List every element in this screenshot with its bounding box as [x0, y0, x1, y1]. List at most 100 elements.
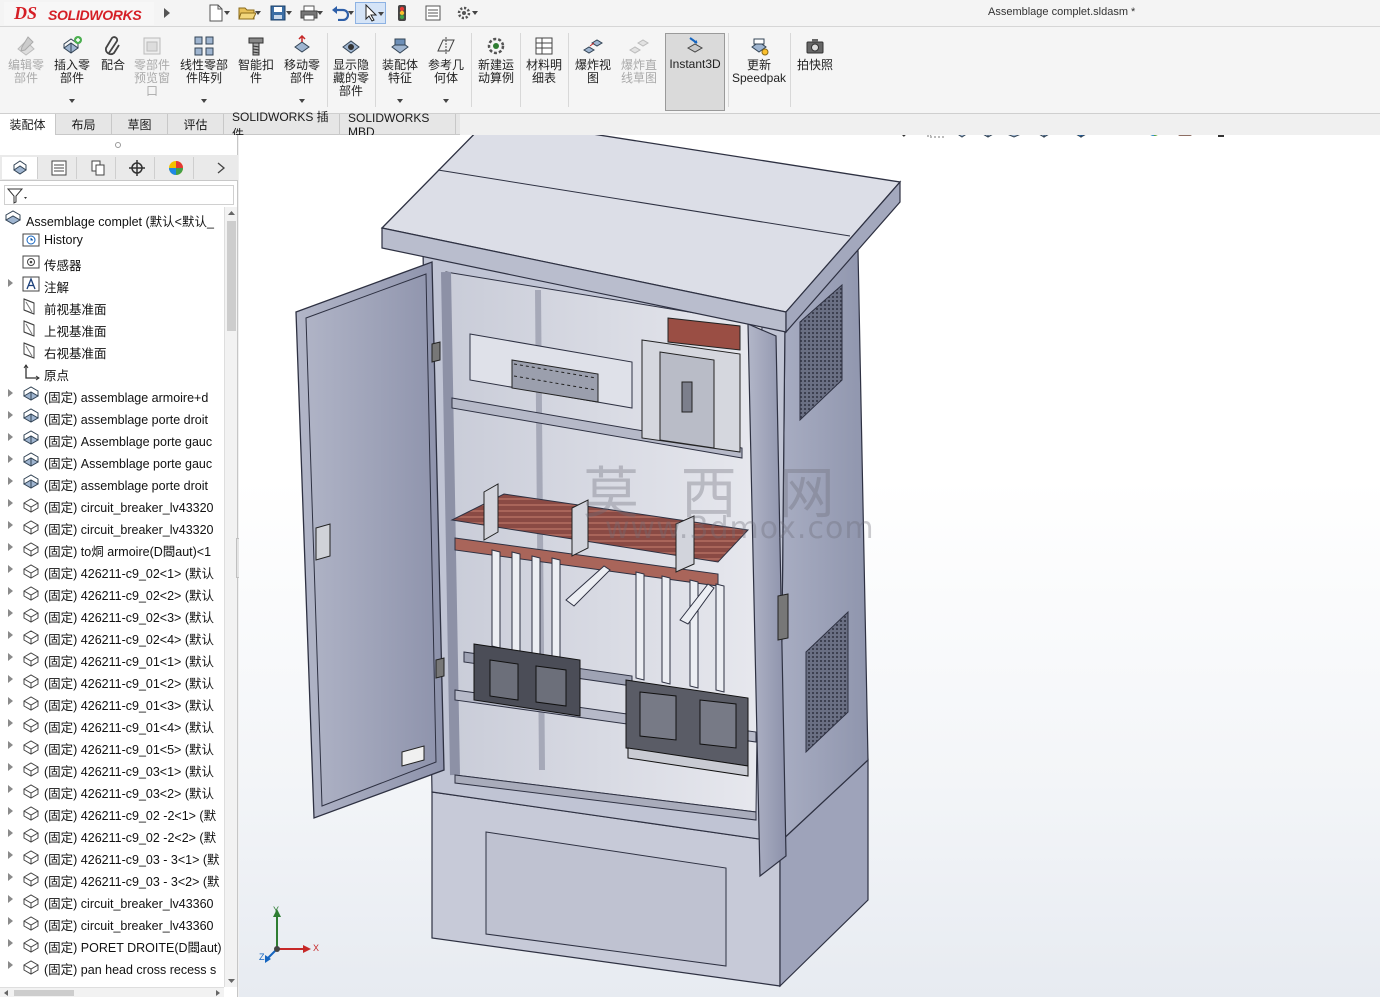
expand-arrow-icon[interactable]	[8, 279, 13, 287]
new-motion-study-button[interactable]: 新建运 动算例	[474, 35, 518, 109]
undo-button[interactable]	[324, 2, 355, 24]
dropdown-arrow-icon[interactable]	[69, 99, 75, 103]
expand-arrow-icon[interactable]	[8, 499, 13, 507]
tree-item[interactable]: 传感器	[0, 251, 224, 273]
tree-item[interactable]: (固定) 426211-c9_02<4> (默认	[0, 625, 224, 647]
assembly-features-button[interactable]: 装配体 特征	[378, 35, 422, 109]
tree-item[interactable]: (固定) 426211-c9_02<3> (默认	[0, 603, 224, 625]
instant3d-button[interactable]: Instant3D	[665, 33, 725, 111]
tree-item[interactable]: (固定) 426211-c9_01<2> (默认	[0, 669, 224, 691]
dropdown-arrow-icon[interactable]	[443, 99, 449, 103]
tree-item[interactable]: 前视基准面	[0, 295, 224, 317]
tab-propertymanager[interactable]	[41, 157, 77, 179]
smart-fasteners-button[interactable]: 智能扣 件	[236, 35, 276, 109]
tab-display-manager[interactable]	[158, 157, 194, 179]
solidworks-logo[interactable]: DS SOLIDWORKS	[4, 2, 154, 25]
dropdown-arrow-icon[interactable]	[397, 99, 403, 103]
expand-arrow-icon[interactable]	[8, 389, 13, 397]
tab-solidworks-mbd[interactable]: SOLIDWORKS MBD	[340, 111, 456, 139]
menu-expand-arrow-icon[interactable]	[160, 4, 174, 22]
tree-item[interactable]: (固定) assemblage porte droit	[0, 471, 224, 493]
tree-filter[interactable]	[4, 185, 234, 205]
edit-component-button[interactable]: 编辑零 部件	[4, 35, 48, 109]
show-hidden-components-button[interactable]: 显示隐 藏的零 部件	[330, 35, 372, 109]
tree-item[interactable]: (固定) assemblage armoire+d	[0, 383, 224, 405]
take-snapshot-button[interactable]: 拍快照	[792, 35, 838, 109]
panel-tabs-scroll-right[interactable]	[206, 157, 236, 179]
scroll-right-icon[interactable]	[214, 989, 222, 997]
open-button[interactable]	[231, 2, 262, 24]
exploded-view-button[interactable]: 爆炸视 图	[570, 35, 616, 109]
tree-item[interactable]: (固定) 426211-c9_02<1> (默认	[0, 559, 224, 581]
tree-item[interactable]: (固定) 426211-c9_03<1> (默认	[0, 757, 224, 779]
tree-item[interactable]: (固定) 426211-c9_03 - 3<2> (默	[0, 867, 224, 889]
tree-item[interactable]: (固定) to烔 armoire(D閸aut)<1	[0, 537, 224, 559]
options-button[interactable]	[448, 2, 479, 24]
graphics-viewport[interactable]: 莫 西 网 www.3dmox.com Y X Z	[239, 135, 1380, 997]
tree-item[interactable]: (固定) PORET DROITE(D閸aut)	[0, 933, 224, 955]
tree-item[interactable]: (固定) 426211-c9_02<2> (默认	[0, 581, 224, 603]
linear-component-pattern-button[interactable]: 线性零部 件阵列	[176, 35, 232, 109]
tab-layout[interactable]: 布局	[56, 114, 112, 135]
expand-arrow-icon[interactable]	[8, 455, 13, 463]
tree-item[interactable]: (固定) circuit_breaker_lv43320	[0, 515, 224, 537]
expand-arrow-icon[interactable]	[8, 851, 13, 859]
expand-arrow-icon[interactable]	[8, 697, 13, 705]
tree-item[interactable]: 上视基准面	[0, 317, 224, 339]
expand-arrow-icon[interactable]	[8, 477, 13, 485]
expand-arrow-icon[interactable]	[8, 829, 13, 837]
expand-arrow-icon[interactable]	[8, 521, 13, 529]
expand-arrow-icon[interactable]	[8, 873, 13, 881]
expand-arrow-icon[interactable]	[8, 433, 13, 441]
scrollbar-thumb[interactable]	[227, 221, 236, 331]
expand-arrow-icon[interactable]	[8, 741, 13, 749]
tab-configurationmanager[interactable]	[80, 157, 116, 179]
tab-assembly[interactable]: 装配体	[0, 114, 56, 135]
tree-horizontal-scrollbar[interactable]	[0, 987, 224, 997]
tree-item[interactable]: (固定) 426211-c9_03<2> (默认	[0, 779, 224, 801]
tree-item[interactable]: 注解	[0, 273, 224, 295]
tab-sketch[interactable]: 草图	[112, 114, 168, 135]
expand-arrow-icon[interactable]	[8, 807, 13, 815]
tree-item[interactable]: History	[0, 229, 224, 251]
expand-arrow-icon[interactable]	[8, 587, 13, 595]
expand-arrow-icon[interactable]	[8, 961, 13, 969]
expand-arrow-icon[interactable]	[8, 917, 13, 925]
select-button[interactable]	[355, 2, 386, 24]
tree-item[interactable]: (固定) 426211-c9_01<4> (默认	[0, 713, 224, 735]
new-document-button[interactable]	[200, 2, 231, 24]
expand-arrow-icon[interactable]	[8, 675, 13, 683]
tree-item[interactable]: (固定) 426211-c9_03 - 3<1> (默	[0, 845, 224, 867]
expand-arrow-icon[interactable]	[8, 631, 13, 639]
tab-solidworks-addins[interactable]: SOLIDWORKS 插件	[224, 110, 340, 141]
expand-arrow-icon[interactable]	[8, 719, 13, 727]
explode-line-sketch-button[interactable]: 爆炸直 线草图	[616, 35, 662, 109]
cabinet-3d-model[interactable]	[239, 135, 1380, 997]
insert-component-button[interactable]: 插入零 部件	[50, 35, 94, 109]
expand-arrow-icon[interactable]	[8, 785, 13, 793]
mate-button[interactable]: 配合	[96, 35, 130, 109]
expand-arrow-icon[interactable]	[8, 565, 13, 573]
tree-item[interactable]: (固定) 426211-c9_02 -2<2> (默	[0, 823, 224, 845]
tree-item[interactable]: (固定) Assemblage porte gauc	[0, 427, 224, 449]
component-preview-window-button[interactable]: 零部件 预览窗 口	[132, 35, 172, 109]
tree-item[interactable]: (固定) 426211-c9_01<3> (默认	[0, 691, 224, 713]
file-properties-button[interactable]	[417, 2, 448, 24]
bill-of-materials-button[interactable]: 材料明 细表	[522, 35, 566, 109]
expand-arrow-icon[interactable]	[8, 411, 13, 419]
update-speedpak-button[interactable]: 更新 Speedpak	[730, 35, 788, 109]
expand-arrow-icon[interactable]	[8, 609, 13, 617]
tab-featuremanager[interactable]	[2, 157, 38, 179]
expand-arrow-icon[interactable]	[8, 939, 13, 947]
tree-item[interactable]: Assemblage complet (默认<默认_	[0, 207, 224, 229]
scroll-left-icon[interactable]	[2, 989, 10, 997]
tree-item[interactable]: (固定) assemblage porte droit	[0, 405, 224, 427]
tree-item[interactable]: (固定) circuit_breaker_lv43360	[0, 889, 224, 911]
tree-item[interactable]: (固定) circuit_breaker_lv43320	[0, 493, 224, 515]
tab-evaluate[interactable]: 评估	[168, 114, 224, 135]
tree-vertical-scrollbar[interactable]	[224, 207, 237, 987]
rebuild-button[interactable]	[386, 2, 417, 24]
tree-item[interactable]: (固定) 426211-c9_01<5> (默认	[0, 735, 224, 757]
save-button[interactable]	[262, 2, 293, 24]
tree-item[interactable]: (固定) 426211-c9_01<1> (默认	[0, 647, 224, 669]
